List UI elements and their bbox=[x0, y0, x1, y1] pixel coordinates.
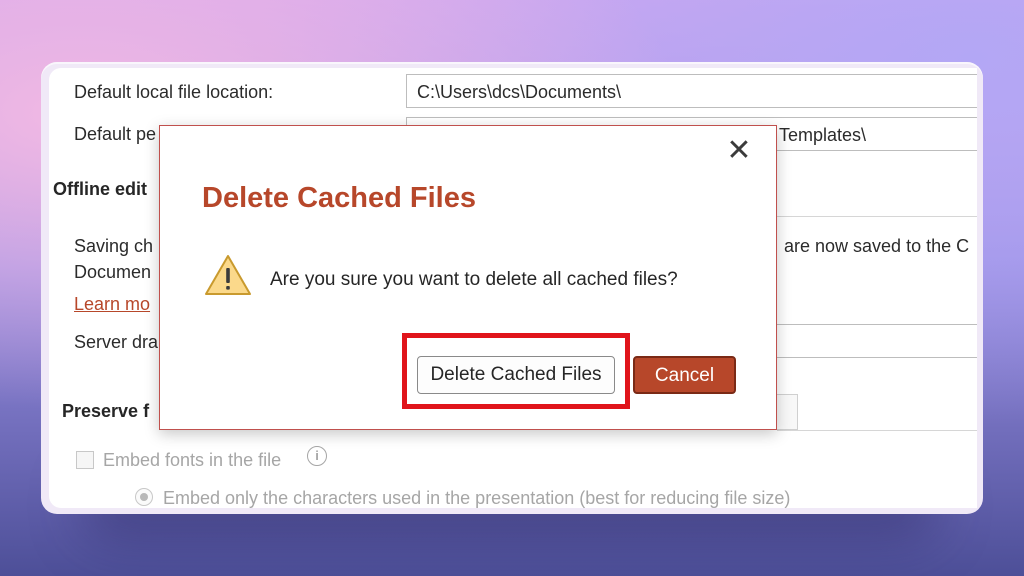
preserve-fidelity-heading: Preserve f bbox=[62, 401, 150, 421]
preserve-fidelity-dropdown[interactable] bbox=[777, 394, 798, 430]
personal-templates-value: Templates\ bbox=[779, 125, 867, 145]
server-drafts-label: Server dra bbox=[74, 332, 159, 352]
close-icon[interactable]: ✕ bbox=[724, 136, 754, 166]
embed-fonts-label: Embed fonts in the file bbox=[103, 450, 282, 470]
documents-text: Documen bbox=[74, 262, 152, 282]
server-drafts-input[interactable] bbox=[749, 324, 977, 358]
section-divider-2 bbox=[777, 430, 977, 431]
delete-cached-files-dialog: ✕ Delete Cached Files Are you sure you w… bbox=[159, 125, 777, 430]
warning-icon bbox=[205, 255, 251, 295]
embed-fonts-checkbox[interactable] bbox=[76, 451, 94, 469]
dialog-title: Delete Cached Files bbox=[202, 182, 476, 214]
learn-more-link[interactable]: Learn mo bbox=[74, 294, 150, 315]
info-icon[interactable]: i bbox=[307, 446, 327, 466]
default-local-location-input[interactable]: C:\Users\dcs\Documents\ bbox=[406, 74, 977, 108]
dialog-message: Are you sure you want to delete all cach… bbox=[270, 269, 678, 290]
embed-only-used-characters-radio[interactable] bbox=[135, 488, 153, 506]
embed-only-used-characters-label: Embed only the characters used in the pr… bbox=[163, 488, 791, 508]
saving-changes-text: Saving ch bbox=[74, 236, 154, 256]
saving-changes-text-right: are now saved to the C bbox=[784, 236, 970, 256]
offline-editing-heading: Offline edit bbox=[53, 179, 147, 199]
delete-cached-files-button[interactable]: Delete Cached Files bbox=[417, 356, 615, 394]
default-local-location-label: Default local file location: bbox=[74, 82, 274, 102]
cancel-button[interactable]: Cancel bbox=[633, 356, 736, 394]
default-personal-templates-label: Default pe bbox=[74, 124, 157, 144]
